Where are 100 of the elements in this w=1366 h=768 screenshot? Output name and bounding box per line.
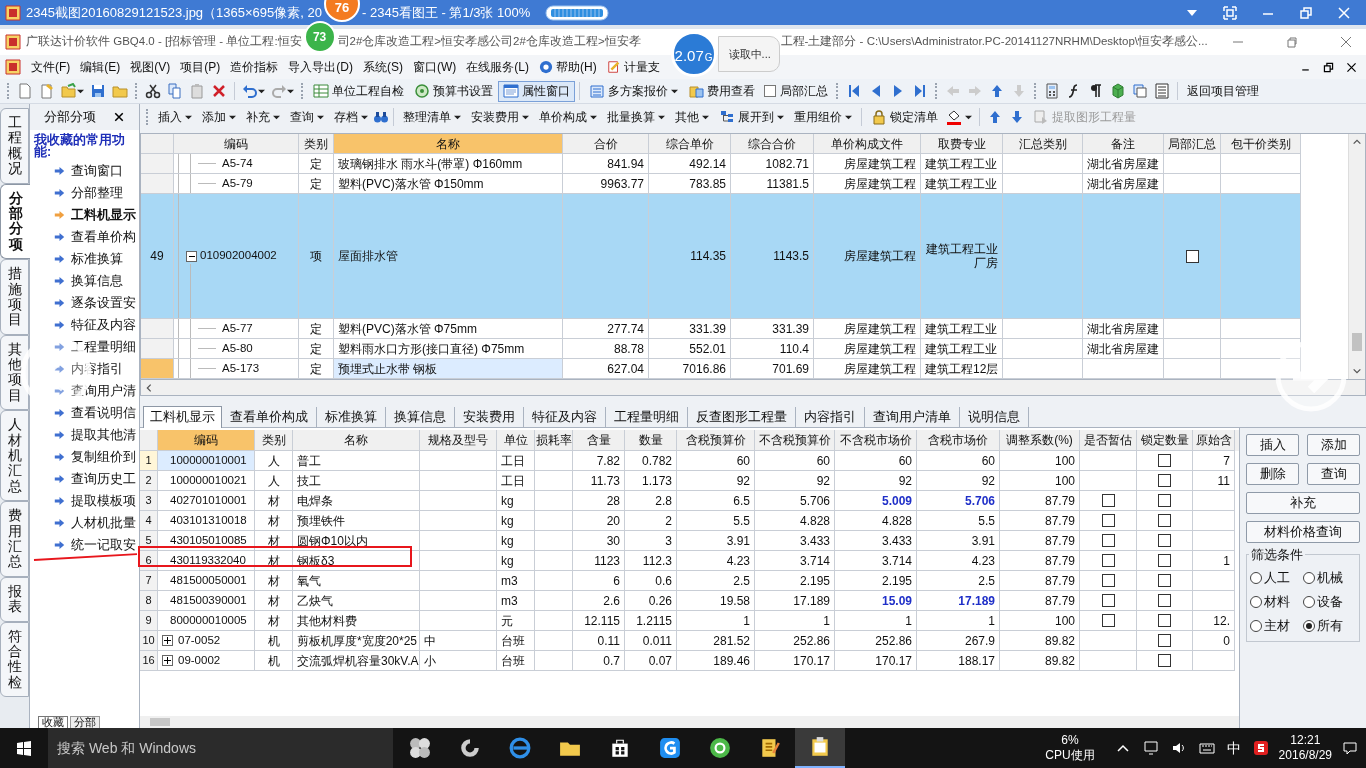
- favorite-item[interactable]: 统一记取安: [32, 534, 139, 556]
- checkbox[interactable]: [1101, 534, 1115, 547]
- table-row[interactable]: A5-79 定 塑料(PVC)落水管 Φ150mm 9963.77 783.85 11381.5 房屋建筑工程 建筑工程工业 湖北省房屋建: [141, 174, 1301, 194]
- favorite-item[interactable]: 复制组价到: [32, 446, 139, 468]
- caret-icon[interactable]: [361, 113, 368, 121]
- first-icon[interactable]: [846, 83, 862, 99]
- caret-icon[interactable]: [273, 113, 280, 121]
- caret-icon[interactable]: [671, 87, 678, 95]
- checkbox[interactable]: [1101, 554, 1115, 567]
- favorite-item[interactable]: 工料机显示: [32, 204, 139, 226]
- favorite-item[interactable]: 人材机批量: [32, 512, 139, 534]
- action-button[interactable]: 添加: [1307, 434, 1360, 456]
- column-header[interactable]: 含税市场价: [917, 430, 1000, 451]
- toolbar-button[interactable]: 多方案报价: [584, 80, 683, 102]
- expand-toggle[interactable]: [162, 655, 173, 666]
- checkbox[interactable]: [1158, 654, 1171, 667]
- column-header[interactable]: 调整系数(%): [1000, 430, 1080, 451]
- side-tab[interactable]: 分部分项: [0, 183, 30, 260]
- favorite-item[interactable]: 查询窗口: [32, 160, 139, 182]
- radio-option[interactable]: 所有: [1303, 616, 1356, 636]
- scroll-thumb[interactable]: [1352, 332, 1362, 351]
- taskbar-app[interactable]: [795, 728, 845, 768]
- column-header[interactable]: 编码: [174, 134, 299, 154]
- checkbox[interactable]: [1158, 574, 1171, 587]
- caret-icon[interactable]: [317, 113, 324, 121]
- new-file-icon[interactable]: [17, 83, 33, 99]
- toolbar-button[interactable]: 属性窗口: [498, 80, 575, 102]
- toolbar-button[interactable]: 返回项目管理: [1182, 80, 1264, 102]
- keyboard-icon[interactable]: [1198, 740, 1215, 756]
- menu-item[interactable]: 窗口(W): [408, 58, 462, 76]
- checkbox[interactable]: [1101, 574, 1115, 587]
- menu-item[interactable]: 帮助(H): [534, 58, 602, 76]
- up-arrow-icon[interactable]: [987, 109, 1003, 125]
- row-header[interactable]: 6: [140, 551, 158, 571]
- checkbox[interactable]: [1158, 614, 1171, 627]
- toolbar-button[interactable]: 补充: [241, 108, 285, 126]
- table-row[interactable]: A5-77 定 塑料(PVC)落水管 Φ75mm 277.74 331.39 331.39 房屋建筑工程 建筑工程工业 湖北省房屋建: [141, 319, 1301, 339]
- column-header[interactable]: 综合合价: [731, 134, 814, 154]
- menu-item[interactable]: 视图(V): [125, 58, 176, 76]
- column-header[interactable]: 不含税市场价: [835, 430, 917, 451]
- column-header[interactable]: 取费专业: [921, 134, 1003, 154]
- column-header[interactable]: 综合单价: [649, 134, 731, 154]
- menu-item[interactable]: 导入导出(D): [283, 58, 358, 76]
- column-header[interactable]: 包干价类别: [1221, 134, 1301, 154]
- column-header[interactable]: 编码: [158, 430, 255, 451]
- side-tab[interactable]: 人材机汇总: [0, 410, 29, 502]
- toolbar-button[interactable]: 单价构成: [534, 108, 602, 126]
- action-button[interactable]: 查询: [1307, 463, 1360, 485]
- caret-icon[interactable]: [965, 113, 972, 121]
- row-header[interactable]: 49: [141, 194, 174, 319]
- side-tab[interactable]: 工程概况: [0, 108, 29, 184]
- tab[interactable]: 特征及内容: [524, 407, 606, 427]
- favorite-item[interactable]: 查询用户清: [32, 380, 139, 402]
- favorite-item[interactable]: 提取模板项: [32, 490, 139, 512]
- toolbar-button[interactable]: 锁定清单: [866, 108, 943, 126]
- column-header[interactable]: 汇总类别: [1003, 134, 1083, 154]
- list-icon[interactable]: [1154, 83, 1170, 99]
- row-header[interactable]: 16: [140, 651, 158, 671]
- radio-option[interactable]: 材料: [1250, 592, 1303, 612]
- checkbox[interactable]: [1158, 514, 1171, 527]
- notification-icon[interactable]: [1342, 740, 1358, 756]
- search-field[interactable]: 搜索 Web 和 Windows: [48, 728, 393, 768]
- column-header[interactable]: 备注: [1083, 134, 1164, 154]
- caret-icon[interactable]: [185, 113, 192, 121]
- radio-option[interactable]: 设备: [1303, 592, 1356, 612]
- row-header[interactable]: 7: [140, 571, 158, 591]
- down-arrow-icon[interactable]: [1009, 109, 1025, 125]
- favorite-item[interactable]: 查看单价构: [32, 226, 139, 248]
- toolbar-button[interactable]: 预算书设置: [409, 80, 498, 102]
- toolbar-button[interactable]: 查询: [285, 108, 329, 126]
- caret-icon[interactable]: [522, 113, 529, 121]
- documents-icon[interactable]: [1132, 83, 1148, 99]
- expand-toggle[interactable]: [162, 635, 173, 646]
- table-row[interactable]: A5-74 定 玻璃钢排水 雨水斗(带罩) Φ160mm 841.94 492.14 1082.71 房屋建筑工程 建筑工程工业 湖北省房屋建: [141, 154, 1301, 174]
- column-header[interactable]: 合价: [563, 134, 649, 154]
- close-icon[interactable]: [113, 111, 125, 123]
- column-header[interactable]: 不含税预算价: [755, 430, 835, 451]
- column-header[interactable]: 局部汇总: [1164, 134, 1221, 154]
- toolbar-button[interactable]: 单位工程自检: [308, 80, 409, 102]
- radio-option[interactable]: 主材: [1250, 616, 1303, 636]
- favorite-item[interactable]: 分部整理: [32, 182, 139, 204]
- toolbar-button[interactable]: 安装费用: [466, 108, 534, 126]
- toolbar-button[interactable]: 存档: [329, 108, 373, 126]
- checkbox[interactable]: [1158, 474, 1171, 487]
- close-icon[interactable]: [1345, 60, 1358, 74]
- tab[interactable]: 查看单价构成: [222, 407, 317, 427]
- row-header[interactable]: 5: [140, 531, 158, 551]
- row-header[interactable]: 1: [140, 451, 158, 471]
- action-button[interactable]: 材料价格查询: [1246, 521, 1360, 543]
- network-icon[interactable]: [1142, 740, 1159, 756]
- caret-icon[interactable]: [287, 87, 294, 95]
- caret-icon[interactable]: [777, 113, 784, 121]
- tab[interactable]: 说明信息: [960, 407, 1029, 427]
- delete-icon[interactable]: [211, 83, 227, 99]
- checkbox[interactable]: [1158, 494, 1171, 507]
- favorite-item[interactable]: 工程量明细: [32, 336, 139, 358]
- checkbox[interactable]: [1158, 534, 1171, 547]
- cube-icon[interactable]: [1110, 83, 1126, 99]
- toolbar-button[interactable]: 其他: [670, 108, 714, 126]
- side-tab[interactable]: 措施项目: [0, 259, 29, 335]
